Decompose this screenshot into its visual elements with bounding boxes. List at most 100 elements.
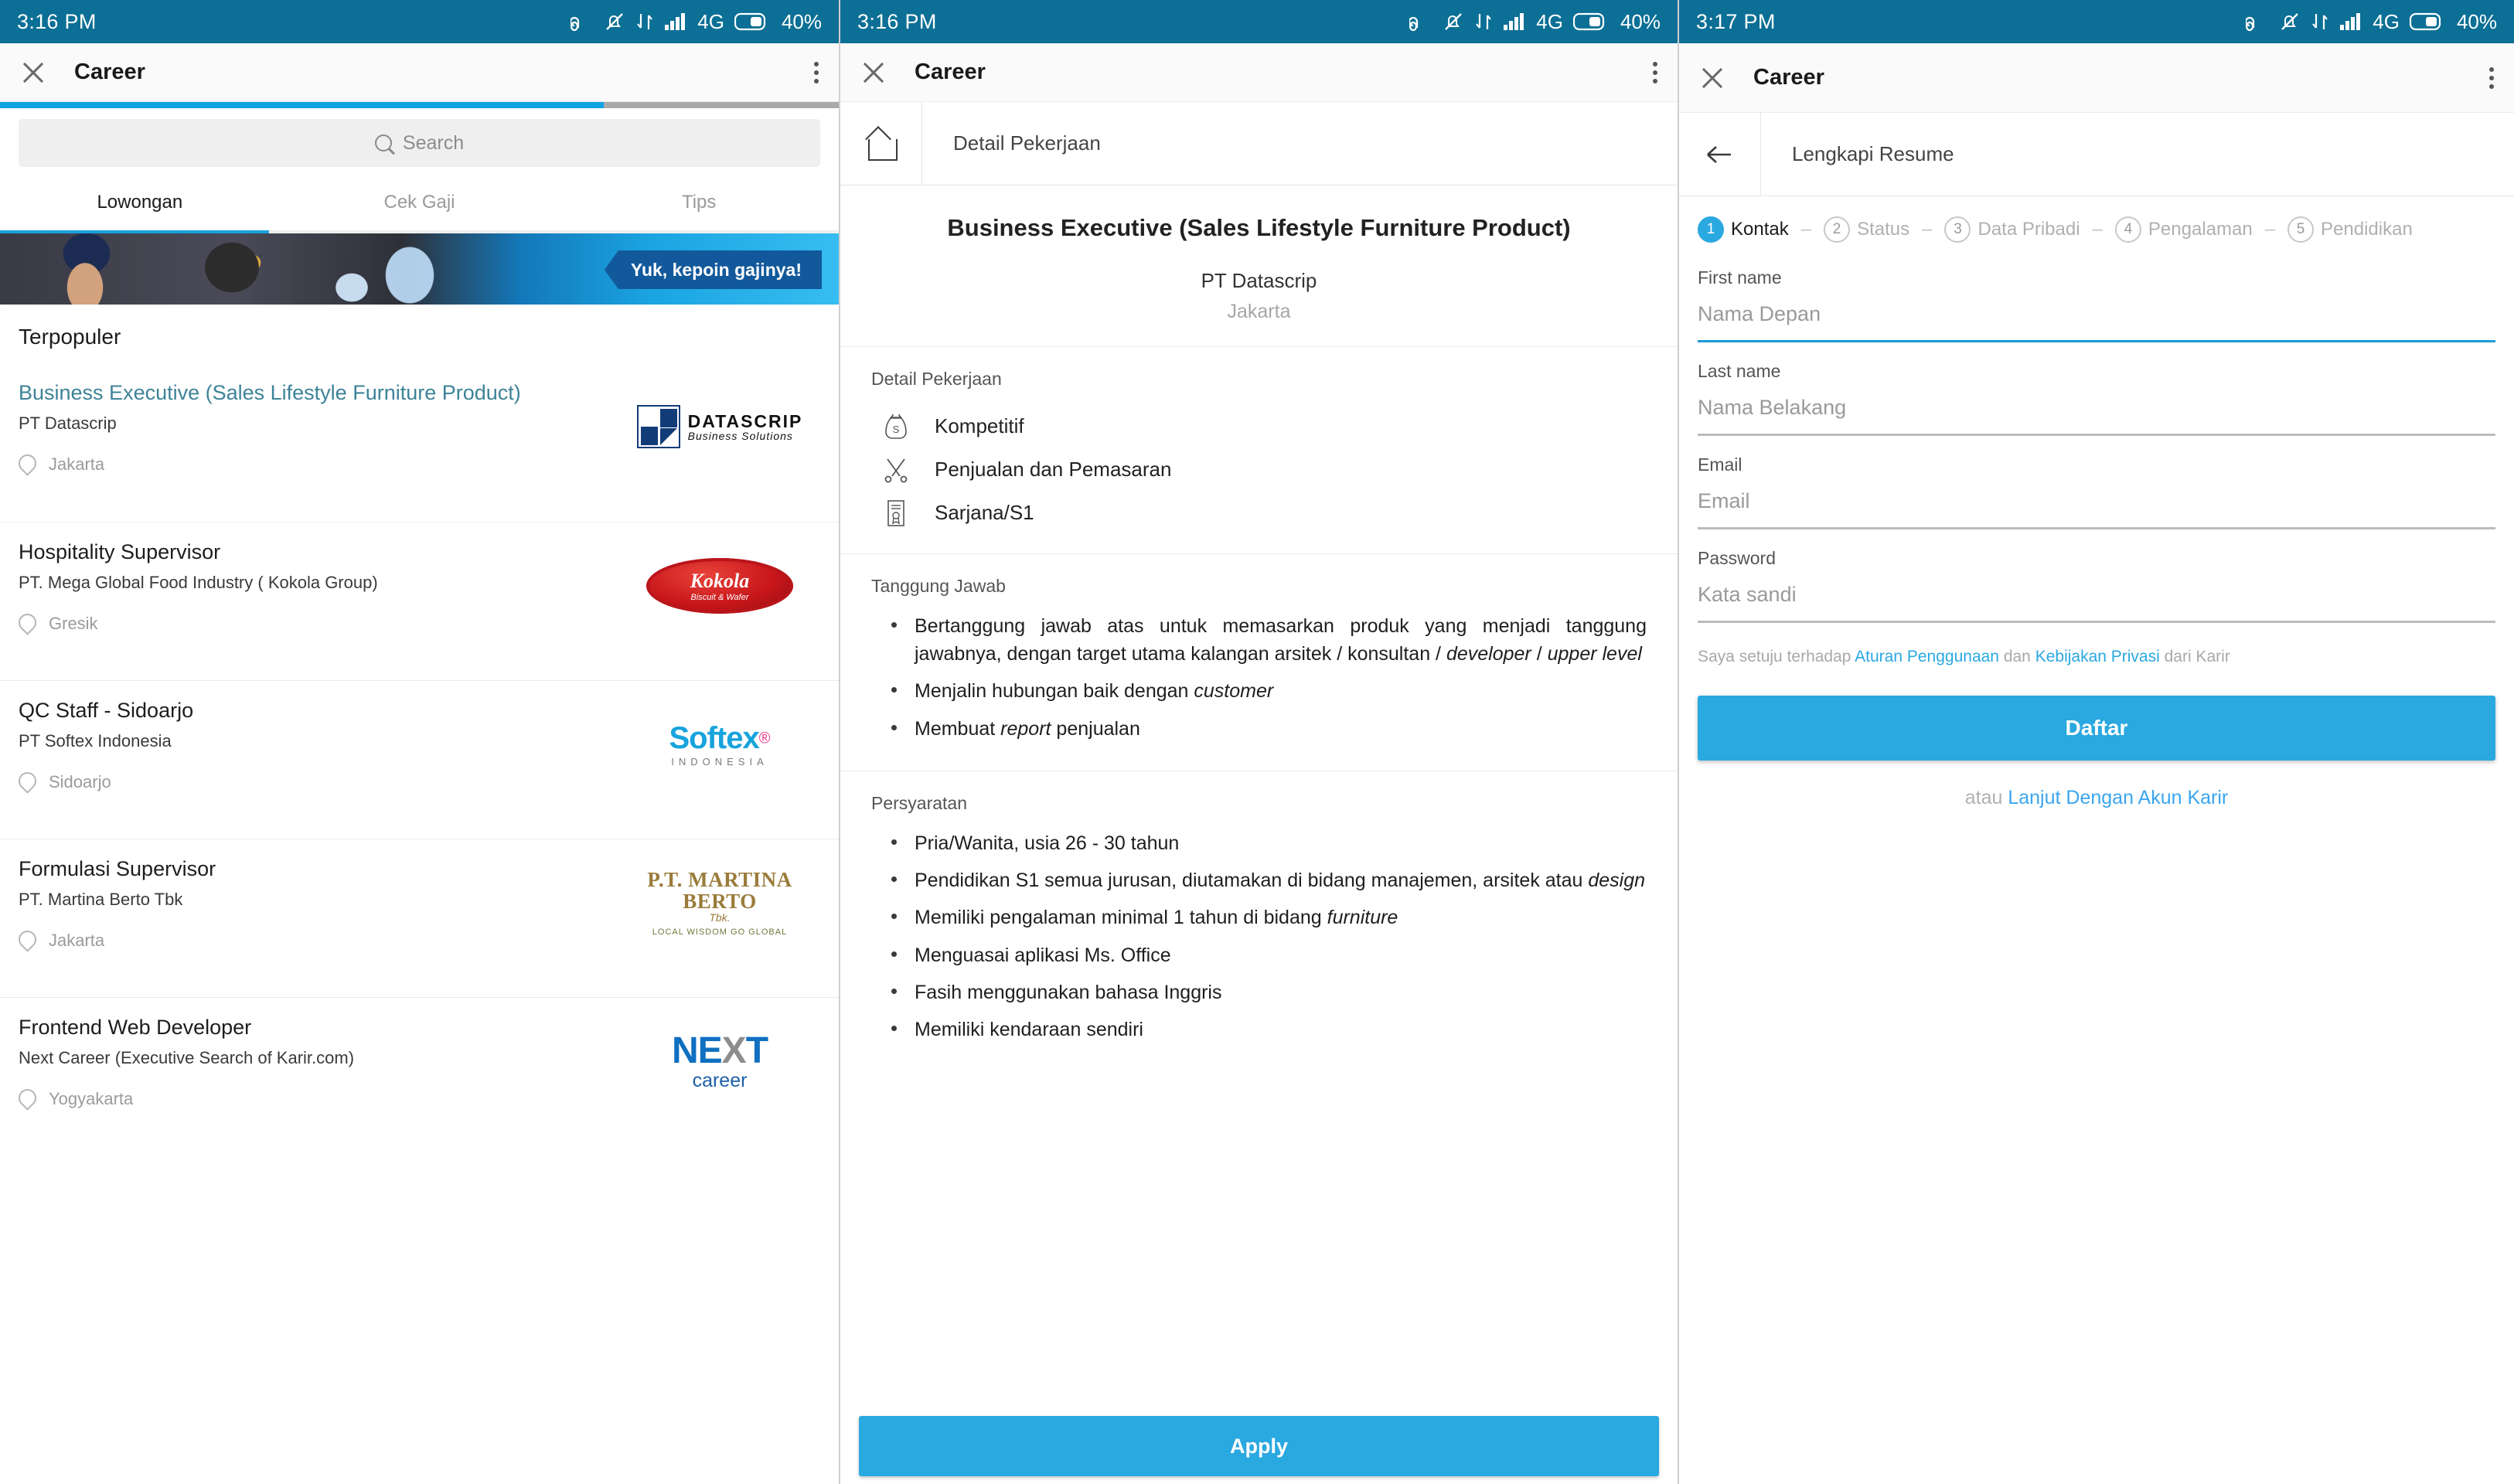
terms-of-use-link[interactable]: Aturan Penggunaan [1855,648,1999,665]
overflow-menu-icon[interactable] [2489,66,2494,89]
step-status[interactable]: 2 Status [1824,216,1909,243]
battery-icon [1572,12,1605,31]
section-heading: Persyaratan [871,792,968,813]
apply-button[interactable]: Apply [859,1416,1659,1476]
headset-icon [1409,16,1419,32]
password-field[interactable]: Password Kata sandi [1698,537,2495,623]
detail-salary-label: Kompetitif [935,414,1024,438]
arrow-left-icon [1706,145,1731,163]
job-title[interactable]: QC Staff - Sidoarjo [19,698,608,724]
list-item: Fasih menggunakan bahasa Inggris [879,979,1647,1006]
job-location: Jakarta [19,454,608,475]
resume-stepper: 1 Kontak – 2 Status – 3 Data Pribadi – 4… [1679,196,2514,257]
close-icon[interactable] [1699,65,1725,91]
mute-bell-icon [606,13,624,30]
kokola-logo-name: Kokola [690,570,750,592]
section-heading: Detail Pekerjaan [871,368,1002,389]
detail-row-education: Sarjana/S1 [871,492,1647,535]
home-button[interactable] [840,102,922,185]
signal-bars-icon [2340,13,2361,30]
step-label: Kontak [1731,219,1789,240]
panel-job-list: 3:16 PM 4G 40% Career Search Lowongan Ce… [0,0,839,1484]
status-icons: 4G 40% [1409,10,1661,34]
list-item[interactable]: Hospitality Supervisor PT. Mega Global F… [0,522,839,680]
list-item: Membuat report penjualan [879,715,1647,743]
job-location-label: Gresik [49,614,98,634]
continue-with-karir-link[interactable]: Lanjut Dengan Akun Karir [2008,787,2228,808]
app-bar-2: Career [840,43,1678,102]
password-input[interactable]: Kata sandi [1698,583,2495,621]
breadcrumb-label: Lengkapi Resume [1792,142,1954,165]
battery-icon [734,12,766,31]
list-item[interactable]: Formulasi Supervisor PT. Martina Berto T… [0,839,839,997]
responsibility-list: Bertanggung jawab atas untuk memasarkan … [871,612,1647,743]
signal-bars-icon [665,13,686,30]
terms-prefix: Saya setuju terhadap [1698,648,1855,665]
company-logo-softex: Softex® INDONESIA [619,698,820,791]
tab-lowongan[interactable]: Lowongan [0,175,280,230]
step-pengalaman[interactable]: 4 Pengalaman [2114,216,2253,243]
datascrip-logo-name: DATASCRIP [687,410,803,431]
page-title: Business Executive (Sales Lifestyle Furn… [947,214,1571,241]
job-detail-header: Business Executive (Sales Lifestyle Furn… [840,186,1678,347]
list-item: Memiliki kendaraan sendiri [879,1016,1647,1043]
back-button[interactable] [1679,113,1761,196]
job-company: PT. Mega Global Food Industry ( Kokola G… [19,572,378,592]
promo-banner[interactable]: Yuk, kepoin gajinya! [0,233,839,305]
status-icons: 4G 40% [571,10,822,34]
company-logo-datascrip: DATASCRIP Business Solutions [619,380,820,473]
email-field[interactable]: Email Email [1698,444,2495,529]
list-item[interactable]: Frontend Web Developer Next Career (Exec… [0,997,839,1156]
mute-bell-icon [2281,13,2299,30]
email-input[interactable]: Email [1698,489,2495,527]
app-bar-3: Career [1679,43,2514,113]
register-button[interactable]: Daftar [1698,696,2495,761]
terms-suffix: dari Karir [2159,648,2230,665]
network-type: 4G [1536,9,1563,33]
job-title[interactable]: Hospitality Supervisor [19,539,608,566]
overflow-menu-icon[interactable] [1653,61,1657,83]
last-name-field[interactable]: Last name Nama Belakang [1698,350,2495,436]
detail-education-label: Sarjana/S1 [935,501,1034,525]
last-name-input[interactable]: Nama Belakang [1698,396,2495,434]
data-transfer-icon [1476,14,1492,29]
tab-cek-gaji[interactable]: Cek Gaji [280,175,560,230]
last-name-label: Last name [1698,361,1781,381]
list-item: Pria/Wanita, usia 26 - 30 tahun [879,829,1647,857]
field-underline [1698,621,2495,623]
certificate-icon [887,500,904,526]
job-location-label: Jakarta [49,931,105,951]
list-item: Pendidikan S1 semua jurusan, diutamakan … [879,866,1647,894]
requirement-list: Pria/Wanita, usia 26 - 30 tahun Pendidik… [871,829,1647,1044]
close-icon[interactable] [860,60,887,86]
first-name-field[interactable]: First name Nama Depan [1698,257,2495,342]
step-data-pribadi[interactable]: 3 Data Pribadi [1944,216,2080,243]
step-pendidikan[interactable]: 5 Pendidikan [2287,216,2413,243]
kokola-logo-tagline: Biscuit & Wafer [690,593,749,602]
job-location: Sidoarjo [19,772,608,792]
job-location: Yogyakarta [19,1089,608,1109]
step-kontak[interactable]: 1 Kontak [1698,216,1789,243]
privacy-policy-link[interactable]: Kebijakan Privasi [2035,648,2160,665]
search-icon [374,134,392,151]
data-transfer-icon [637,14,653,29]
job-title[interactable]: Frontend Web Developer [19,1015,608,1041]
step-separator-icon: – [1800,219,1812,240]
tab-tips[interactable]: Tips [559,175,839,230]
job-title[interactable]: Business Executive (Sales Lifestyle Furn… [19,380,608,407]
breadcrumb: Lengkapi Resume [1679,113,2514,196]
home-icon [865,128,898,161]
overflow-menu-icon[interactable] [814,61,819,83]
close-icon[interactable] [20,60,46,86]
next-logo-x: X [721,1030,747,1071]
list-item[interactable]: QC Staff - Sidoarjo PT Softex Indonesia … [0,680,839,839]
terms-mid: dan [1998,648,2035,665]
job-title[interactable]: Formulasi Supervisor [19,856,608,883]
list-item[interactable]: Business Executive (Sales Lifestyle Furn… [0,363,839,522]
data-transfer-icon [2312,14,2328,29]
first-name-input[interactable]: Nama Depan [1698,302,2495,340]
field-underline [1698,340,2495,342]
search-placeholder: Search [402,131,465,154]
list-item: Memiliki pengalaman minimal 1 tahun di b… [879,904,1647,931]
search-input[interactable]: Search [19,119,820,167]
